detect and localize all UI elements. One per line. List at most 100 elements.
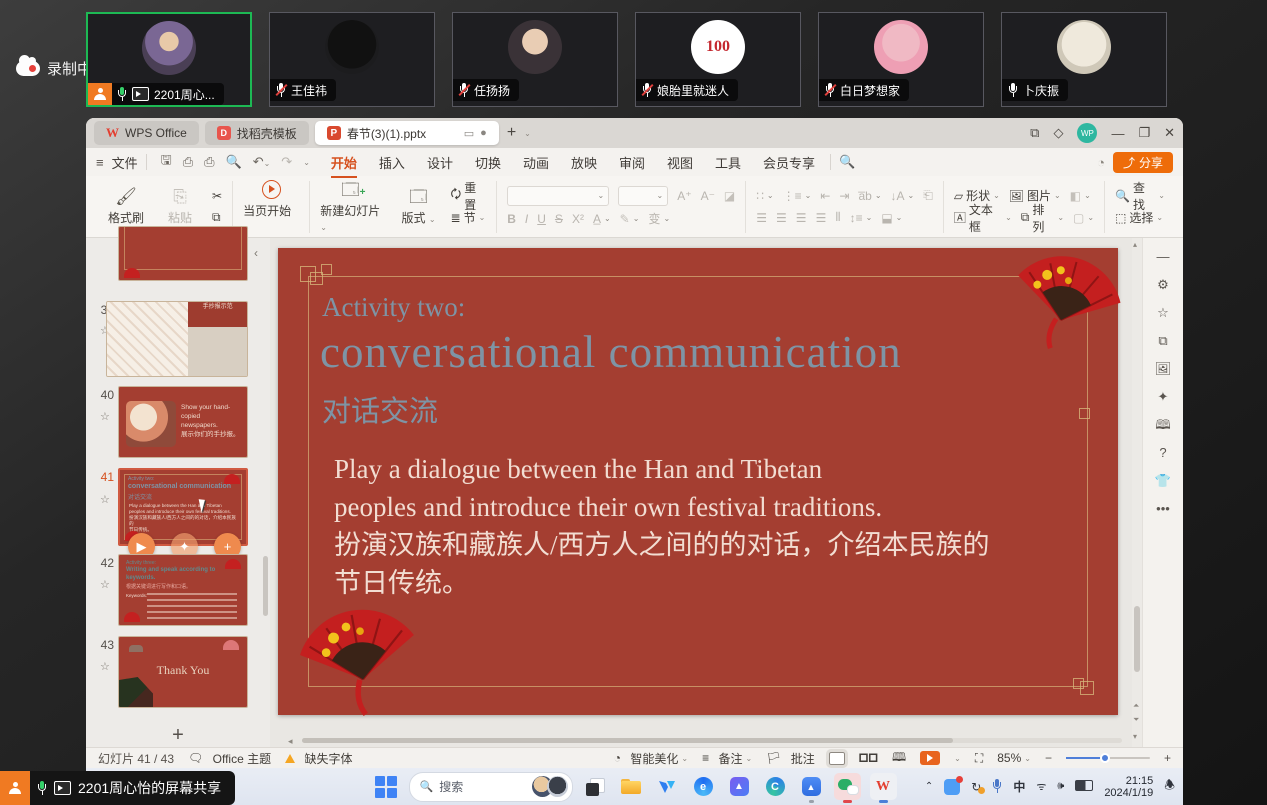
theme-button[interactable]: 🗨 Office 主题 (188, 749, 271, 767)
star-icon[interactable]: ☆ (100, 493, 110, 506)
workspace-icon[interactable]: ◇ (1053, 125, 1063, 141)
text-direction-button[interactable]: a̅b⌄ (858, 187, 881, 205)
layout-button[interactable]: 🗔 版式 ⌄ (397, 188, 441, 226)
decrease-font-button[interactable]: A⁻ (701, 187, 715, 205)
clothes-skin-icon[interactable]: 👕 (1155, 474, 1171, 487)
format-painter-button[interactable]: 🖌 格式刷 (104, 188, 148, 226)
slide-thumbnail-43[interactable]: Thank You (118, 636, 248, 708)
notes-button[interactable]: ≡ 备注⌄ (702, 749, 752, 767)
fill-button[interactable]: ◧⌄ (1070, 187, 1091, 205)
align-text-button[interactable]: ⬓⌄ (881, 209, 902, 227)
account-avatar[interactable]: WP (1077, 123, 1097, 143)
zoom-out-button[interactable]: − (1045, 751, 1052, 765)
file-explorer-icon[interactable] (618, 773, 645, 800)
battery-icon[interactable] (1075, 780, 1093, 794)
wifi-icon[interactable]: ᯤ (1036, 779, 1046, 794)
star-icon[interactable]: ☆ (100, 578, 110, 591)
horizontal-scrollbar[interactable]: ◂ (288, 737, 1122, 744)
print-icon[interactable]: ⎙ (204, 154, 214, 170)
beautify-wand-icon[interactable]: ✦ (1158, 390, 1169, 403)
zoom-slider[interactable] (1066, 757, 1150, 759)
taskbar-search[interactable]: 🔍 搜索 (409, 772, 573, 802)
participant-tile[interactable]: 任扬扬 (452, 12, 618, 107)
tencent-meeting-icon[interactable] (654, 773, 681, 800)
scroll-left-arrow[interactable]: ◂ (288, 736, 293, 747)
new-slide-button[interactable]: 🗔+ 新建幻灯片 ⌄ (320, 181, 386, 233)
star-icon[interactable]: ☆ (100, 410, 110, 423)
slide-thumbnail-38[interactable] (118, 226, 248, 281)
cloud-status-icon[interactable]: ◔ (1097, 155, 1105, 170)
help-icon[interactable]: ? (1159, 446, 1166, 459)
edge-icon[interactable]: C (762, 773, 789, 800)
minimize-button[interactable]: — (1111, 126, 1124, 141)
tray-chat-icon[interactable] (944, 779, 960, 795)
photos-app-icon[interactable]: ▲ (798, 773, 825, 800)
search-icon[interactable]: 🔍 (839, 154, 855, 170)
collapse-panel-icon[interactable]: ‹ (254, 246, 258, 260)
comments-button[interactable]: 🏳 批注 (766, 749, 815, 767)
font-family-select[interactable]: ⌄ (507, 186, 609, 206)
task-view-button[interactable] (582, 773, 609, 800)
tab-docer-templates[interactable]: D 找稻壳模板 (205, 121, 309, 145)
font-size-select[interactable]: ⌄ (618, 186, 668, 206)
underline-button[interactable]: U (537, 210, 546, 228)
restore-button[interactable]: ❐ (1138, 125, 1150, 141)
participant-tile[interactable]: 100 娘胎里就迷人 (635, 12, 801, 107)
scroll-down-arrow[interactable]: ▾ (1133, 732, 1137, 741)
tray-sync-icon[interactable]: ↻ (971, 780, 981, 794)
save-icon[interactable]: 🖫 (161, 151, 172, 173)
wps-taskbar-icon[interactable]: W (870, 773, 897, 800)
tab-view[interactable]: 视图 (660, 153, 700, 172)
participant-tile[interactable]: 白日梦想家 (818, 12, 984, 107)
menu-file[interactable]: 文件 (112, 153, 138, 172)
favorites-star-icon[interactable]: ☆ (1157, 306, 1169, 319)
zoom-slider-knob[interactable] (1100, 753, 1110, 763)
reading-view-button[interactable]: 🕮 (892, 749, 906, 767)
numbering-button[interactable]: ⋮≡⌄ (783, 187, 812, 205)
tab-design[interactable]: 设计 (420, 153, 460, 172)
convert-smartart-icon[interactable]: ⎗ (923, 187, 933, 205)
slide-thumbnail-40[interactable]: Show your hand-copied newspapers. 展示你们的手… (118, 386, 248, 458)
align-left-button[interactable]: ☰ (756, 209, 767, 227)
ime-indicator[interactable]: 中 (1013, 778, 1025, 795)
tab-wps-office[interactable]: W WPS Office (94, 121, 199, 145)
slideshow-play-button[interactable] (920, 751, 940, 765)
fit-screen-button[interactable]: ⛶ (975, 749, 983, 767)
font-color-button[interactable]: A̲⌄ (593, 210, 611, 228)
star-icon[interactable]: ☆ (100, 660, 110, 673)
tab-slideshow[interactable]: 放映 (564, 153, 604, 172)
zoom-in-button[interactable]: + (1164, 751, 1171, 765)
clear-format-button[interactable]: ◪ (724, 187, 735, 205)
quickbar-chevron[interactable]: ⌄ (303, 158, 310, 167)
redo-icon[interactable]: ↷ (281, 154, 292, 170)
char-effect-button[interactable]: 变⌄ (648, 210, 670, 228)
more-tools-icon[interactable]: ••• (1156, 502, 1170, 515)
align-center-button[interactable]: ☰ (776, 209, 787, 227)
missing-font-warning[interactable]: 缺失字体 (285, 749, 352, 767)
browser-icon[interactable]: e (690, 773, 717, 800)
slide-thumbnail-39[interactable]: 手抄报示范 (106, 301, 248, 377)
next-slide-arrow[interactable]: ⏷ (1133, 715, 1139, 725)
copy-button[interactable]: ⧉ (212, 209, 222, 227)
scroll-up-arrow[interactable]: ▴ (1133, 240, 1137, 249)
justify-button[interactable]: ☰ (816, 209, 827, 227)
tab-tools[interactable]: 工具 (708, 153, 748, 172)
section-button[interactable]: ≣节 ⌄ (451, 209, 487, 227)
purple-app-icon[interactable]: ▲ (726, 773, 753, 800)
normal-view-button[interactable] (829, 752, 845, 765)
smart-beautify-button[interactable]: ◔ 智能美化⌄ (614, 749, 688, 767)
tab-home[interactable]: 开始 (324, 153, 364, 172)
tray-expand-chevron[interactable]: ⌃ (925, 781, 933, 792)
taskbar-clock[interactable]: 21:15 2024/1/19 (1104, 775, 1153, 799)
slide-sorter-view-button[interactable]: 🞒🞒 (859, 749, 878, 767)
tab-review[interactable]: 审阅 (612, 153, 652, 172)
sidebar-scrollbar[interactable] (263, 556, 268, 616)
shape-library-icon[interactable]: ⧉ (1158, 334, 1167, 347)
tab-active-document[interactable]: P 春节(3)(1).pptx ▭● (315, 121, 499, 145)
notification-bell-icon[interactable]: 🕭 (1164, 776, 1175, 797)
align-right-button[interactable]: ☰ (796, 209, 807, 227)
distribute-button[interactable]: ⦀ (835, 209, 840, 227)
arrange-button[interactable]: ⧉排列⌄ (1021, 209, 1064, 227)
new-tab-button[interactable]: + (507, 124, 516, 142)
vertical-text-button[interactable]: ↓A⌄ (891, 187, 915, 205)
